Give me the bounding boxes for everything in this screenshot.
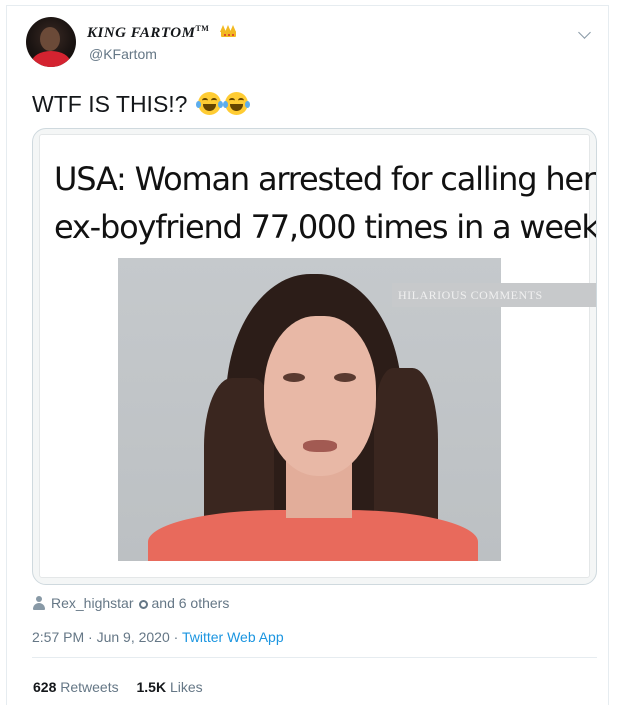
liker-name[interactable]: Rex_highstar <box>51 595 134 611</box>
liker-others[interactable]: and 6 others <box>152 595 230 611</box>
tweet-card: KING FARTOMTM @KFartom WTF IS THIS!? USA… <box>6 5 609 705</box>
likes-label: Likes <box>169 679 203 695</box>
face-with-tears-of-joy-icon <box>222 92 250 115</box>
tweet-media[interactable]: USA: Woman arrested for calling her ex-b… <box>32 128 597 585</box>
avatar-face <box>40 27 60 51</box>
source-link[interactable]: Twitter Web App <box>182 629 284 645</box>
media-image: USA: Woman arrested for calling her ex-b… <box>39 134 596 578</box>
retweets-count: 628 <box>33 679 57 695</box>
retweets-stat[interactable]: 628 Retweets <box>33 679 119 695</box>
timestamp-text[interactable]: 2:57 PM · Jun 9, 2020 · <box>32 629 182 645</box>
headline-line-2: ex-boyfriend 77,000 times in a week <box>54 208 597 246</box>
likes-stat[interactable]: 1.5K Likes <box>137 679 203 695</box>
tweet-text: WTF IS THIS!? <box>32 91 250 118</box>
tweet-text-content: WTF IS THIS!? <box>32 91 188 117</box>
tweet-timestamp: 2:57 PM · Jun 9, 2020 · Twitter Web App <box>32 629 284 645</box>
trademark-mark: TM <box>195 24 210 33</box>
display-name[interactable]: KING FARTOMTM <box>87 24 237 42</box>
tweet-stats: 628 Retweets 1.5K Likes <box>33 679 217 695</box>
headline-line-1: USA: Woman arrested for calling her <box>54 160 596 198</box>
person-icon <box>33 596 45 610</box>
chevron-down-icon[interactable] <box>578 26 591 39</box>
user-handle[interactable]: @KFartom <box>89 46 157 62</box>
avatar-shirt <box>32 51 70 67</box>
crown-icon <box>219 24 237 38</box>
social-context[interactable]: Rex_highstar and 6 others <box>33 595 229 611</box>
media-headline: USA: Woman arrested for calling her ex-b… <box>54 155 597 251</box>
gear-icon <box>138 600 148 609</box>
likes-count: 1.5K <box>136 679 167 695</box>
display-name-text: KING FARTOM <box>87 25 196 41</box>
retweets-label: Retweets <box>60 679 119 695</box>
divider <box>32 657 597 658</box>
avatar[interactable] <box>26 17 76 67</box>
watermark: HILARIOUS COMMENTS <box>392 283 596 307</box>
face-with-tears-of-joy-icon <box>195 92 223 115</box>
